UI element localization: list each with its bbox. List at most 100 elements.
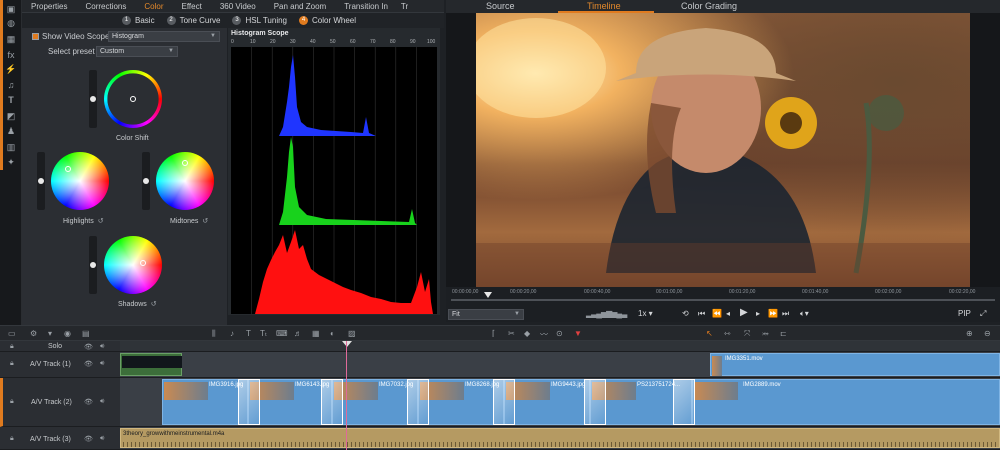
- scrub-track[interactable]: [451, 299, 995, 301]
- slip-icon[interactable]: ⤧: [744, 329, 750, 339]
- color-shift-wheel[interactable]: [104, 70, 162, 128]
- eye-icon[interactable]: 👁︎: [84, 360, 93, 368]
- eye-icon[interactable]: 👁︎: [84, 435, 93, 443]
- ripple-icon[interactable]: ⤗: [762, 329, 769, 339]
- zoom-fit-select[interactable]: Fit ▼: [448, 309, 524, 320]
- film-icon[interactable]: ▣: [4, 2, 18, 16]
- highlights-slider[interactable]: [37, 152, 45, 210]
- clip-track1-intro[interactable]: [120, 353, 182, 376]
- shadows-wheel[interactable]: [104, 236, 162, 294]
- scope-select[interactable]: Histogram ▼: [108, 31, 220, 42]
- go-to-start-icon[interactable]: ⏮: [698, 309, 705, 319]
- transition-marker[interactable]: [584, 379, 606, 425]
- transition-marker[interactable]: [321, 379, 343, 425]
- step-forward-icon[interactable]: ▸: [756, 309, 760, 318]
- subtab-color-wheel[interactable]: 4 Color Wheel: [299, 13, 356, 28]
- montage-icon[interactable]: ▥: [4, 140, 18, 154]
- transition-marker[interactable]: [673, 379, 695, 425]
- tab-effect[interactable]: Effect: [173, 0, 211, 12]
- play-icon[interactable]: ▶: [740, 307, 748, 318]
- video-preview[interactable]: [476, 13, 970, 287]
- clip-img3916[interactable]: IMG3916.jpg: [162, 379, 248, 425]
- timeline-playhead[interactable]: [346, 341, 347, 450]
- graphics-icon[interactable]: ◩: [4, 109, 18, 123]
- color-shift-slider[interactable]: [89, 70, 97, 128]
- lock-icon[interactable]: 🔒︎: [10, 398, 14, 406]
- step-back-icon[interactable]: ◂: [726, 309, 730, 318]
- midtones-slider[interactable]: [142, 152, 150, 210]
- settings-icon[interactable]: ⚙: [30, 329, 37, 338]
- title-icon[interactable]: T: [4, 93, 18, 107]
- tab-pan-and-zoom[interactable]: Pan and Zoom: [265, 0, 335, 12]
- snap-icon[interactable]: ▾: [48, 329, 52, 338]
- music-icon[interactable]: ♫: [4, 78, 18, 92]
- clip-img9443[interactable]: IMG9443.jpg: [504, 379, 590, 425]
- marker-in-icon[interactable]: ⌈: [492, 329, 495, 338]
- overlay-icon[interactable]: ▨: [348, 329, 356, 338]
- tab-color-grading[interactable]: Color Grading: [681, 0, 737, 13]
- reset-icon[interactable]: ↺: [151, 301, 157, 308]
- cut-icon[interactable]: ✂: [508, 329, 515, 338]
- reset-icon[interactable]: ↺: [98, 218, 104, 225]
- wheel-handle[interactable]: [182, 160, 188, 166]
- tab-360-video[interactable]: 360 Video: [211, 0, 265, 12]
- lightning-icon[interactable]: ⚡: [4, 62, 18, 76]
- speed-select[interactable]: 1x ▾: [638, 309, 653, 318]
- slider-knob[interactable]: [90, 262, 96, 268]
- subtab-basic[interactable]: 1 Basic: [122, 13, 155, 28]
- text-style-icon[interactable]: Tₜ: [260, 329, 267, 338]
- transition-icon[interactable]: ▦: [4, 32, 18, 46]
- wheel-handle[interactable]: [65, 166, 71, 172]
- clip-img7032[interactable]: IMG7032.jpg: [332, 379, 418, 425]
- zoom-in-icon[interactable]: ⊕: [966, 329, 973, 338]
- slider-knob[interactable]: [143, 178, 149, 184]
- clip-img6143[interactable]: IMG6143.jpg: [248, 379, 332, 425]
- timeline-playhead-handle[interactable]: [342, 341, 352, 347]
- volume-icon[interactable]: 🔈︎▾: [800, 309, 809, 319]
- clip-audio-theory[interactable]: 3theory_growwithmeinstrumental.m4a: [120, 428, 1000, 448]
- tab-properties[interactable]: Properties: [22, 0, 76, 12]
- magnet-icon[interactable]: ⊏: [780, 329, 787, 338]
- marker-flag-icon[interactable]: ▼: [574, 329, 582, 338]
- marker-icon[interactable]: ◆: [524, 329, 530, 338]
- transition-marker[interactable]: [493, 379, 515, 425]
- go-to-end-icon[interactable]: ⏭: [782, 309, 789, 319]
- lock-icon[interactable]: 🔒︎: [10, 343, 14, 351]
- preview-scrub-bar[interactable]: 00:00:00,00 00:00:20,00 00:00:40,00 00:0…: [446, 287, 1000, 307]
- lock-icon[interactable]: 🔒︎: [10, 435, 14, 443]
- tab-source[interactable]: Source: [486, 0, 515, 13]
- scrub-playhead[interactable]: [484, 292, 492, 298]
- preset-select[interactable]: Custom ▼: [96, 46, 178, 57]
- tab-more[interactable]: Tr: [397, 0, 412, 12]
- record-icon[interactable]: ⊙: [556, 329, 563, 338]
- transition-marker[interactable]: [238, 379, 260, 425]
- storyboard-icon[interactable]: ▤: [82, 329, 90, 338]
- highlights-wheel[interactable]: [51, 152, 109, 210]
- subtab-tone-curve[interactable]: 2 Tone Curve: [166, 13, 220, 28]
- grid-icon[interactable]: ▦: [312, 329, 320, 338]
- clip-img8268[interactable]: IMG8268.jpg: [418, 379, 504, 425]
- tab-transition-in[interactable]: Transition In: [335, 0, 397, 12]
- text-icon[interactable]: T: [246, 329, 251, 338]
- pointer-icon[interactable]: ↖: [706, 329, 713, 338]
- next-frame-icon[interactable]: ⏩: [768, 309, 778, 318]
- speaker-icon[interactable]: 🔊︎: [100, 360, 104, 368]
- show-video-scope-checkbox[interactable]: Show Video Scope: [32, 32, 109, 41]
- motion-icon[interactable]: ♟: [4, 124, 18, 138]
- mask-icon[interactable]: ◐: [330, 329, 335, 338]
- slider-knob[interactable]: [90, 96, 96, 102]
- fx-icon[interactable]: fx: [4, 48, 18, 62]
- clip-img2889[interactable]: IMG2889.mov: [692, 379, 1000, 425]
- lock-icon[interactable]: 🔒︎: [10, 360, 14, 368]
- lyrics-icon[interactable]: ♬: [294, 329, 302, 338]
- effects-icon[interactable]: ◍: [4, 16, 18, 30]
- fullscreen-icon[interactable]: ⤢: [980, 309, 986, 319]
- subtab-hsl-tuning[interactable]: 3 HSL Tuning: [232, 13, 287, 28]
- previous-frame-icon[interactable]: ⏪: [712, 309, 722, 318]
- mixer-icon[interactable]: ⫼: [212, 329, 216, 339]
- speaker-icon[interactable]: 🔊︎: [100, 343, 104, 351]
- zoom-out-icon[interactable]: ⊖: [984, 329, 991, 338]
- effect-icon[interactable]: ✦: [4, 155, 18, 169]
- track-settings-icon[interactable]: ▭: [8, 329, 16, 338]
- shadows-slider[interactable]: [89, 236, 97, 294]
